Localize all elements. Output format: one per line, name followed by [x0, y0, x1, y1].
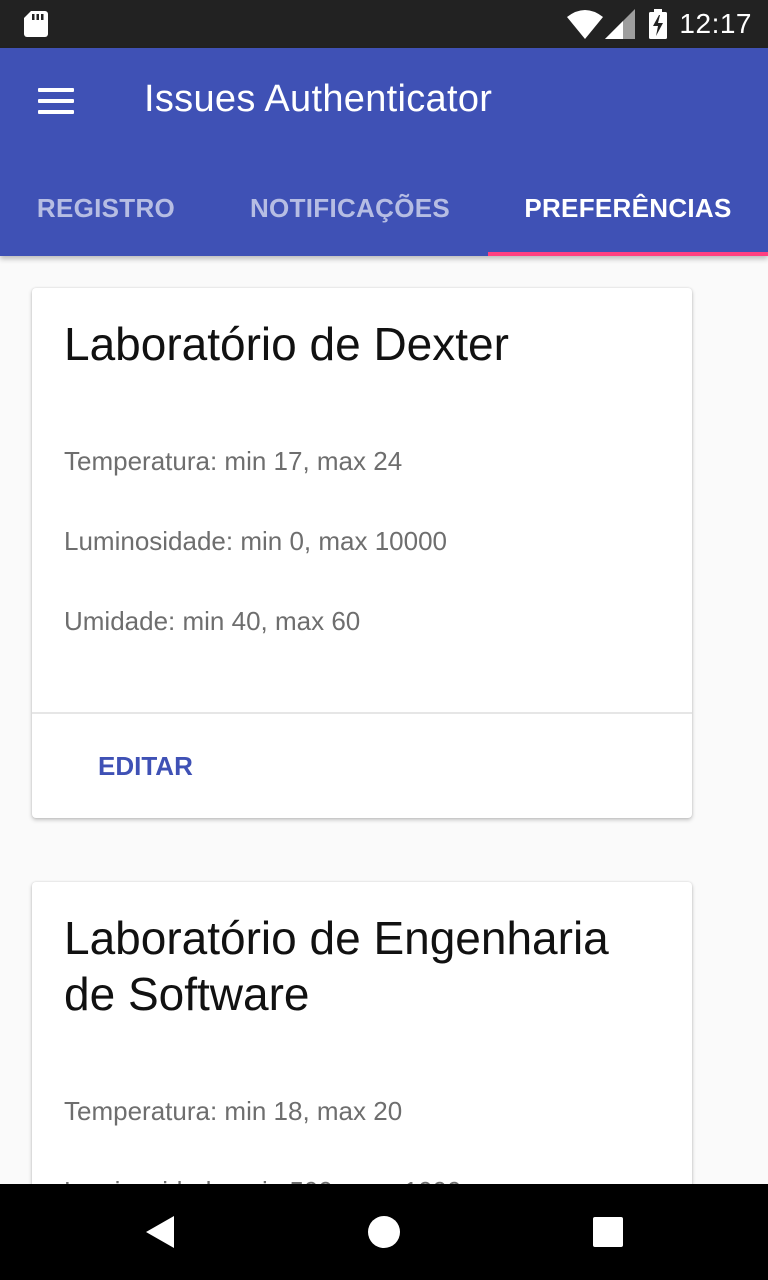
tab-label: REGISTRO — [36, 192, 176, 223]
tab-label: PREFERÊNCIAS — [524, 192, 732, 223]
app-title: Issues Authenticator — [144, 78, 493, 120]
tab-notificacoes[interactable]: NOTIFICAÇÕES — [212, 160, 488, 256]
preferences-list[interactable]: Laboratório de Dexter Temperatura: min 1… — [0, 256, 768, 1184]
tab-bar: REGISTRO NOTIFICAÇÕES PREFERÊNCIAS — [0, 160, 768, 256]
card-title: Laboratório de Dexter — [64, 318, 509, 370]
status-time: 12:17 — [679, 8, 752, 39]
battery-charging-icon — [649, 9, 668, 39]
luminosity-text: Luminosidade: min 500, max 1000 — [64, 1176, 461, 1184]
screen: 12:17 Issues Authenticator REGISTRO NOTI… — [0, 0, 768, 1280]
lab-card: Laboratório de Dexter Temperatura: min 1… — [32, 288, 692, 818]
tab-preferencias[interactable]: PREFERÊNCIAS — [488, 160, 768, 256]
lab-card: Laboratório de Engenharia de Software Te… — [32, 882, 692, 1184]
edit-button[interactable]: EDITAR — [82, 736, 209, 796]
card-title: Laboratório de Engenharia de Software — [64, 912, 609, 1020]
humidity-text: Umidade: min 40, max 60 — [64, 606, 361, 636]
signal-icon — [605, 9, 636, 39]
tab-label: NOTIFICAÇÕES — [249, 192, 451, 223]
recents-icon[interactable] — [584, 1208, 632, 1256]
wifi-icon — [567, 10, 604, 39]
temperature-text: Temperatura: min 17, max 24 — [64, 446, 403, 476]
back-icon[interactable] — [136, 1208, 184, 1256]
sd-card-icon — [24, 11, 48, 37]
hamburger-menu-icon[interactable] — [36, 86, 76, 116]
app-bar: Issues Authenticator REGISTRO NOTIFICAÇÕ… — [0, 48, 768, 256]
home-icon[interactable] — [360, 1208, 408, 1256]
status-bar: 12:17 — [0, 0, 768, 48]
tab-registro[interactable]: REGISTRO — [0, 160, 212, 256]
card-divider — [32, 712, 692, 714]
status-icons: 12:17 — [567, 0, 752, 48]
temperature-text: Temperatura: min 18, max 20 — [64, 1096, 403, 1126]
luminosity-text: Luminosidade: min 0, max 10000 — [64, 526, 448, 556]
navigation-bar — [0, 1184, 768, 1280]
tab-indicator — [488, 252, 768, 256]
